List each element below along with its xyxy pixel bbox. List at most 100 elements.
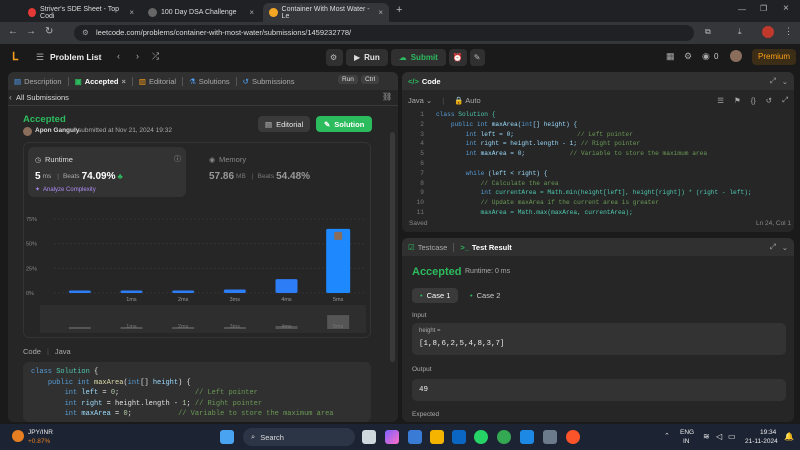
collapse-icon[interactable]: ⌄ (782, 77, 788, 86)
task-view-icon[interactable] (362, 430, 376, 444)
shuffle-icon[interactable]: ⤮ (152, 51, 159, 62)
reset-icon[interactable]: ↺ (766, 96, 772, 105)
files-icon[interactable] (430, 430, 444, 444)
back-icon[interactable]: ← (8, 26, 18, 37)
timer-button[interactable]: ⏰ (448, 49, 467, 66)
editor-line: 11 maxArea = Math.max(maxArea, currentAr… (416, 208, 633, 216)
format-icon[interactable]: ☰ (717, 96, 724, 105)
runtime-bar[interactable] (223, 289, 246, 293)
fire-icon[interactable]: ◉ (702, 51, 710, 62)
close-icon[interactable]: × (249, 8, 254, 17)
clock-time[interactable]: 19:34 (760, 429, 776, 436)
auto-mode-toggle[interactable]: 🔒 Auto (454, 96, 480, 105)
braces-icon[interactable]: {} (751, 96, 756, 105)
reload-icon[interactable]: ↻ (45, 26, 53, 37)
expected-label: Expected (412, 411, 440, 418)
browser-tab-3[interactable]: Container With Most Water - Le × (263, 3, 389, 22)
expand-icon[interactable]: ⤢ (770, 242, 776, 252)
all-submissions-link[interactable]: All Submissions (16, 93, 69, 102)
notes-button[interactable]: ✎ (469, 49, 485, 66)
problem-list-link[interactable]: Problem List (50, 52, 101, 62)
tab-test-result[interactable]: >_ Test Result (460, 243, 511, 252)
next-problem-icon[interactable]: › (136, 51, 139, 61)
copilot-icon[interactable] (385, 430, 399, 444)
case-1-tab[interactable]: • Case 1 (412, 288, 459, 303)
maximize-icon[interactable]: ❐ (760, 4, 767, 13)
editor-code-area[interactable]: 1 class Solution {2 public int maxArea(in… (408, 110, 788, 220)
runtime-bar[interactable] (120, 290, 143, 294)
tab-accepted[interactable]: ▣ Accepted × (75, 77, 126, 86)
close-icon[interactable]: × (121, 77, 125, 86)
editorial-button[interactable]: ▤ Editorial (258, 116, 311, 132)
forward-icon[interactable]: → (26, 26, 36, 37)
leetcode-logo-icon[interactable]: ᒪ (12, 50, 18, 63)
extensions-icon[interactable]: ⧉ (705, 27, 711, 37)
editor-line: 3 int left = 0; // Left pointer (420, 130, 633, 138)
profile-avatar[interactable] (762, 26, 774, 38)
tab-solutions[interactable]: ⚗ Solutions (189, 77, 230, 86)
runtime-bar[interactable] (68, 290, 91, 294)
share-link-icon[interactable]: ⛓ (382, 92, 392, 101)
premium-button[interactable]: Premium (752, 49, 797, 65)
info-icon[interactable]: ⓘ (174, 154, 181, 164)
windows-start-icon[interactable] (220, 430, 234, 444)
wifi-icon[interactable]: ≋ (703, 432, 710, 441)
username[interactable]: Apon Ganguly (35, 127, 79, 134)
stock-widget-icon[interactable] (12, 430, 24, 442)
runtime-card[interactable]: ◷ Runtime ⓘ 5 ms | Beats 74.09% ♣ ✦ Anal… (28, 147, 186, 197)
tab-description[interactable]: ▤ Description (14, 77, 62, 86)
debug-button[interactable]: ⚙ (326, 49, 343, 66)
fullscreen-icon[interactable]: ⤢ (782, 95, 788, 105)
tab-submissions[interactable]: ↺ Submissions (243, 77, 295, 86)
layout-icon[interactable]: ▦ (666, 51, 675, 62)
runtime-distribution-chart[interactable]: 75% 50% 25% 0% 1ms 2ms 3ms 4ms 5ms 1ms 2ms 3ms 4ms 5m… (24, 205, 370, 337)
tray-chevron-icon[interactable]: ⌃ (664, 432, 670, 440)
app-icon[interactable] (543, 430, 557, 444)
new-tab-icon[interactable]: + (396, 4, 402, 16)
output-label: Output (412, 366, 432, 373)
explorer-icon[interactable] (408, 430, 422, 444)
tab-code[interactable]: </> Code (408, 77, 441, 86)
notification-icon[interactable]: 🔔 (784, 432, 794, 441)
language-indicator[interactable]: ENG (680, 429, 694, 436)
volume-icon[interactable]: ◁ (716, 432, 722, 441)
analyze-complexity-link[interactable]: ✦ Analyze Complexity (35, 186, 96, 194)
expand-icon[interactable]: ⤢ (770, 76, 776, 86)
browser-tab-1[interactable]: Striver's SDE Sheet - Top Codi × (22, 3, 140, 22)
download-icon[interactable]: ⤓ (738, 27, 742, 37)
tab-testcase[interactable]: ☑ Testcase (408, 243, 447, 252)
close-icon[interactable]: × (129, 8, 134, 17)
minimize-icon[interactable]: — (738, 5, 746, 14)
memory-row[interactable]: 57.86 MB | Beats 54.48% (209, 171, 310, 182)
chrome-icon[interactable] (497, 430, 511, 444)
back-chevron-icon[interactable]: ‹ (9, 93, 12, 102)
battery-icon[interactable]: ▭ (728, 432, 736, 441)
submit-button[interactable]: ☁ Submit (390, 49, 446, 66)
menu-icon[interactable]: ⋮ (784, 26, 793, 37)
brave-icon[interactable] (566, 430, 580, 444)
settings-icon[interactable]: ⚙ (684, 51, 692, 62)
prev-problem-icon[interactable]: ‹ (117, 51, 120, 61)
site-info-icon[interactable]: ⚙ (82, 25, 89, 41)
url-field[interactable]: ⚙ leetcode.com/problems/container-with-m… (74, 25, 694, 41)
solution-button[interactable]: ✎ Solution (316, 116, 373, 132)
code-line: int right = height.length - 1; // Right … (64, 399, 263, 408)
runtime-bar[interactable] (172, 290, 195, 294)
vscode-icon[interactable] (520, 430, 534, 444)
run-button[interactable]: ▶ Run (346, 49, 388, 66)
case-2-tab[interactable]: • Case 2 (464, 288, 506, 303)
runtime-bar[interactable] (275, 279, 298, 293)
browser-tab-2[interactable]: 100 Day DSA Challenge × (142, 3, 260, 22)
tab-editorial[interactable]: ▥ Editorial (139, 77, 176, 86)
whatsapp-icon[interactable] (474, 430, 488, 444)
close-icon[interactable]: × (378, 8, 383, 17)
user-avatar[interactable] (730, 50, 742, 62)
scrollbar[interactable] (390, 132, 395, 362)
taskbar-search[interactable]: ⌕ Search (243, 428, 355, 446)
collapse-icon[interactable]: ⌄ (782, 243, 788, 252)
language-select[interactable]: Java ⌄ (408, 96, 432, 105)
bookmark-icon[interactable]: ⚑ (734, 96, 741, 105)
divider (453, 242, 455, 252)
linkedin-icon[interactable] (452, 430, 466, 444)
window-close-icon[interactable]: × (783, 3, 789, 14)
